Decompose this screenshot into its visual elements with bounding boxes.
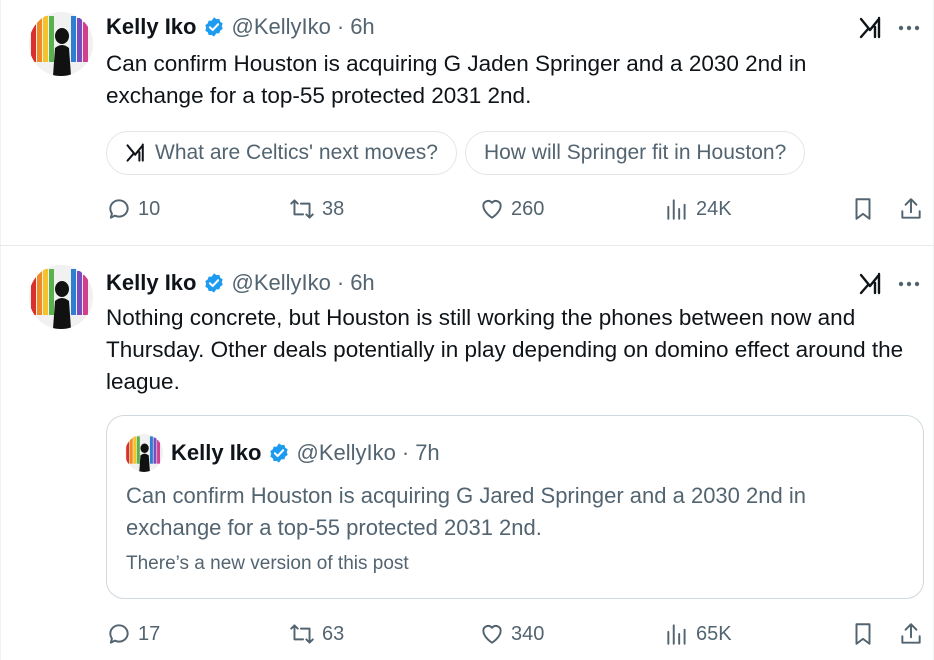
grok-icon [125,142,147,164]
suggestion-chip[interactable]: What are Celtics' next moves? [106,131,457,175]
grok-icon[interactable] [858,15,884,41]
tweet-1[interactable]: Kelly Iko @KellyIko · 6h Can confirm Hou… [0,0,934,246]
share-button[interactable] [898,196,930,222]
quoted-timestamp: 7h [415,440,440,465]
quoted-text: Can confirm Houston is acquiring G Jared… [126,483,806,540]
reply-icon [109,199,129,219]
reply-button[interactable]: 17 [106,621,160,647]
author-handle[interactable]: @KellyIko [231,270,330,296]
timestamp[interactable]: 6h [350,270,374,296]
suggestion-label: What are Celtics' next moves? [155,141,438,164]
repost-button[interactable]: 38 [288,196,344,222]
separator-dot: · [336,14,345,39]
separator-dot: · [401,440,410,465]
timestamp[interactable]: 6h [350,14,374,40]
avatar[interactable] [29,12,93,76]
view-count: 65K [696,622,732,645]
author-handle[interactable]: @KellyIko [231,14,330,40]
more-options-icon[interactable] [896,271,922,297]
bookmark-icon [855,623,871,645]
suggestion-label: How will Springer fit in Houston? [483,141,787,164]
repost-icon [290,199,314,219]
quoted-author-row: Kelly Iko @KellyIko · 7h [171,438,440,468]
views-icon [667,624,686,645]
reply-button[interactable]: 10 [106,196,160,222]
author-name[interactable]: Kelly Iko [106,270,196,296]
tweet-divider [0,245,934,246]
reply-count: 17 [138,622,161,645]
heart-icon [482,624,502,644]
grok-icon[interactable] [858,271,884,297]
verified-badge-icon [268,442,290,464]
views-icon [667,199,686,220]
author-row: Kelly Iko @KellyIko · 6h [106,12,375,42]
more-options-icon[interactable] [896,15,922,41]
author-name[interactable]: Kelly Iko [106,14,196,40]
share-icon [901,623,921,644]
views-button[interactable]: 24K [664,196,732,222]
share-icon [901,198,921,219]
like-count: 340 [511,622,545,645]
tweet-text: Nothing concrete, but Houston is still w… [106,305,904,394]
tweet-2[interactable]: Kelly Iko @KellyIko · 6h Nothing concret… [0,247,934,660]
like-button[interactable]: 340 [479,621,544,647]
bookmark-button[interactable] [850,621,882,647]
verified-badge-icon [203,16,225,38]
views-button[interactable]: 65K [664,621,732,647]
quoted-tweet[interactable]: Kelly Iko @KellyIko · 7h Can confirm Hou… [106,415,924,599]
suggestions: What are Celtics' next moves? How will S… [106,131,806,175]
bookmark-button[interactable] [850,196,882,222]
bookmark-icon [855,198,871,220]
separator-dot: · [336,270,345,295]
repost-count: 38 [322,197,345,220]
reply-icon [109,624,129,644]
quoted-author-name: Kelly Iko [171,440,262,465]
share-button[interactable] [898,621,930,647]
tweet-text: Can confirm Houston is acquiring G Jaden… [106,51,807,108]
like-button[interactable]: 260 [479,196,544,222]
avatar[interactable] [29,265,93,329]
repost-count: 63 [322,622,345,645]
reply-count: 10 [138,197,161,220]
view-count: 24K [696,197,732,220]
repost-icon [290,624,314,644]
quoted-author-handle: @KellyIko [296,440,396,465]
quoted-avatar[interactable] [125,434,163,472]
author-row: Kelly Iko @KellyIko · 6h [106,268,375,298]
like-count: 260 [511,197,545,220]
suggestion-chip[interactable]: How will Springer fit in Houston? [464,131,806,175]
action-bar: 17 63 340 65K [106,621,926,651]
repost-button[interactable]: 63 [288,621,344,647]
action-bar: 10 38 260 24K [106,196,926,226]
edited-notice[interactable]: There’s a new version of this post [126,553,409,575]
verified-badge-icon [203,272,225,294]
heart-icon [482,199,502,219]
